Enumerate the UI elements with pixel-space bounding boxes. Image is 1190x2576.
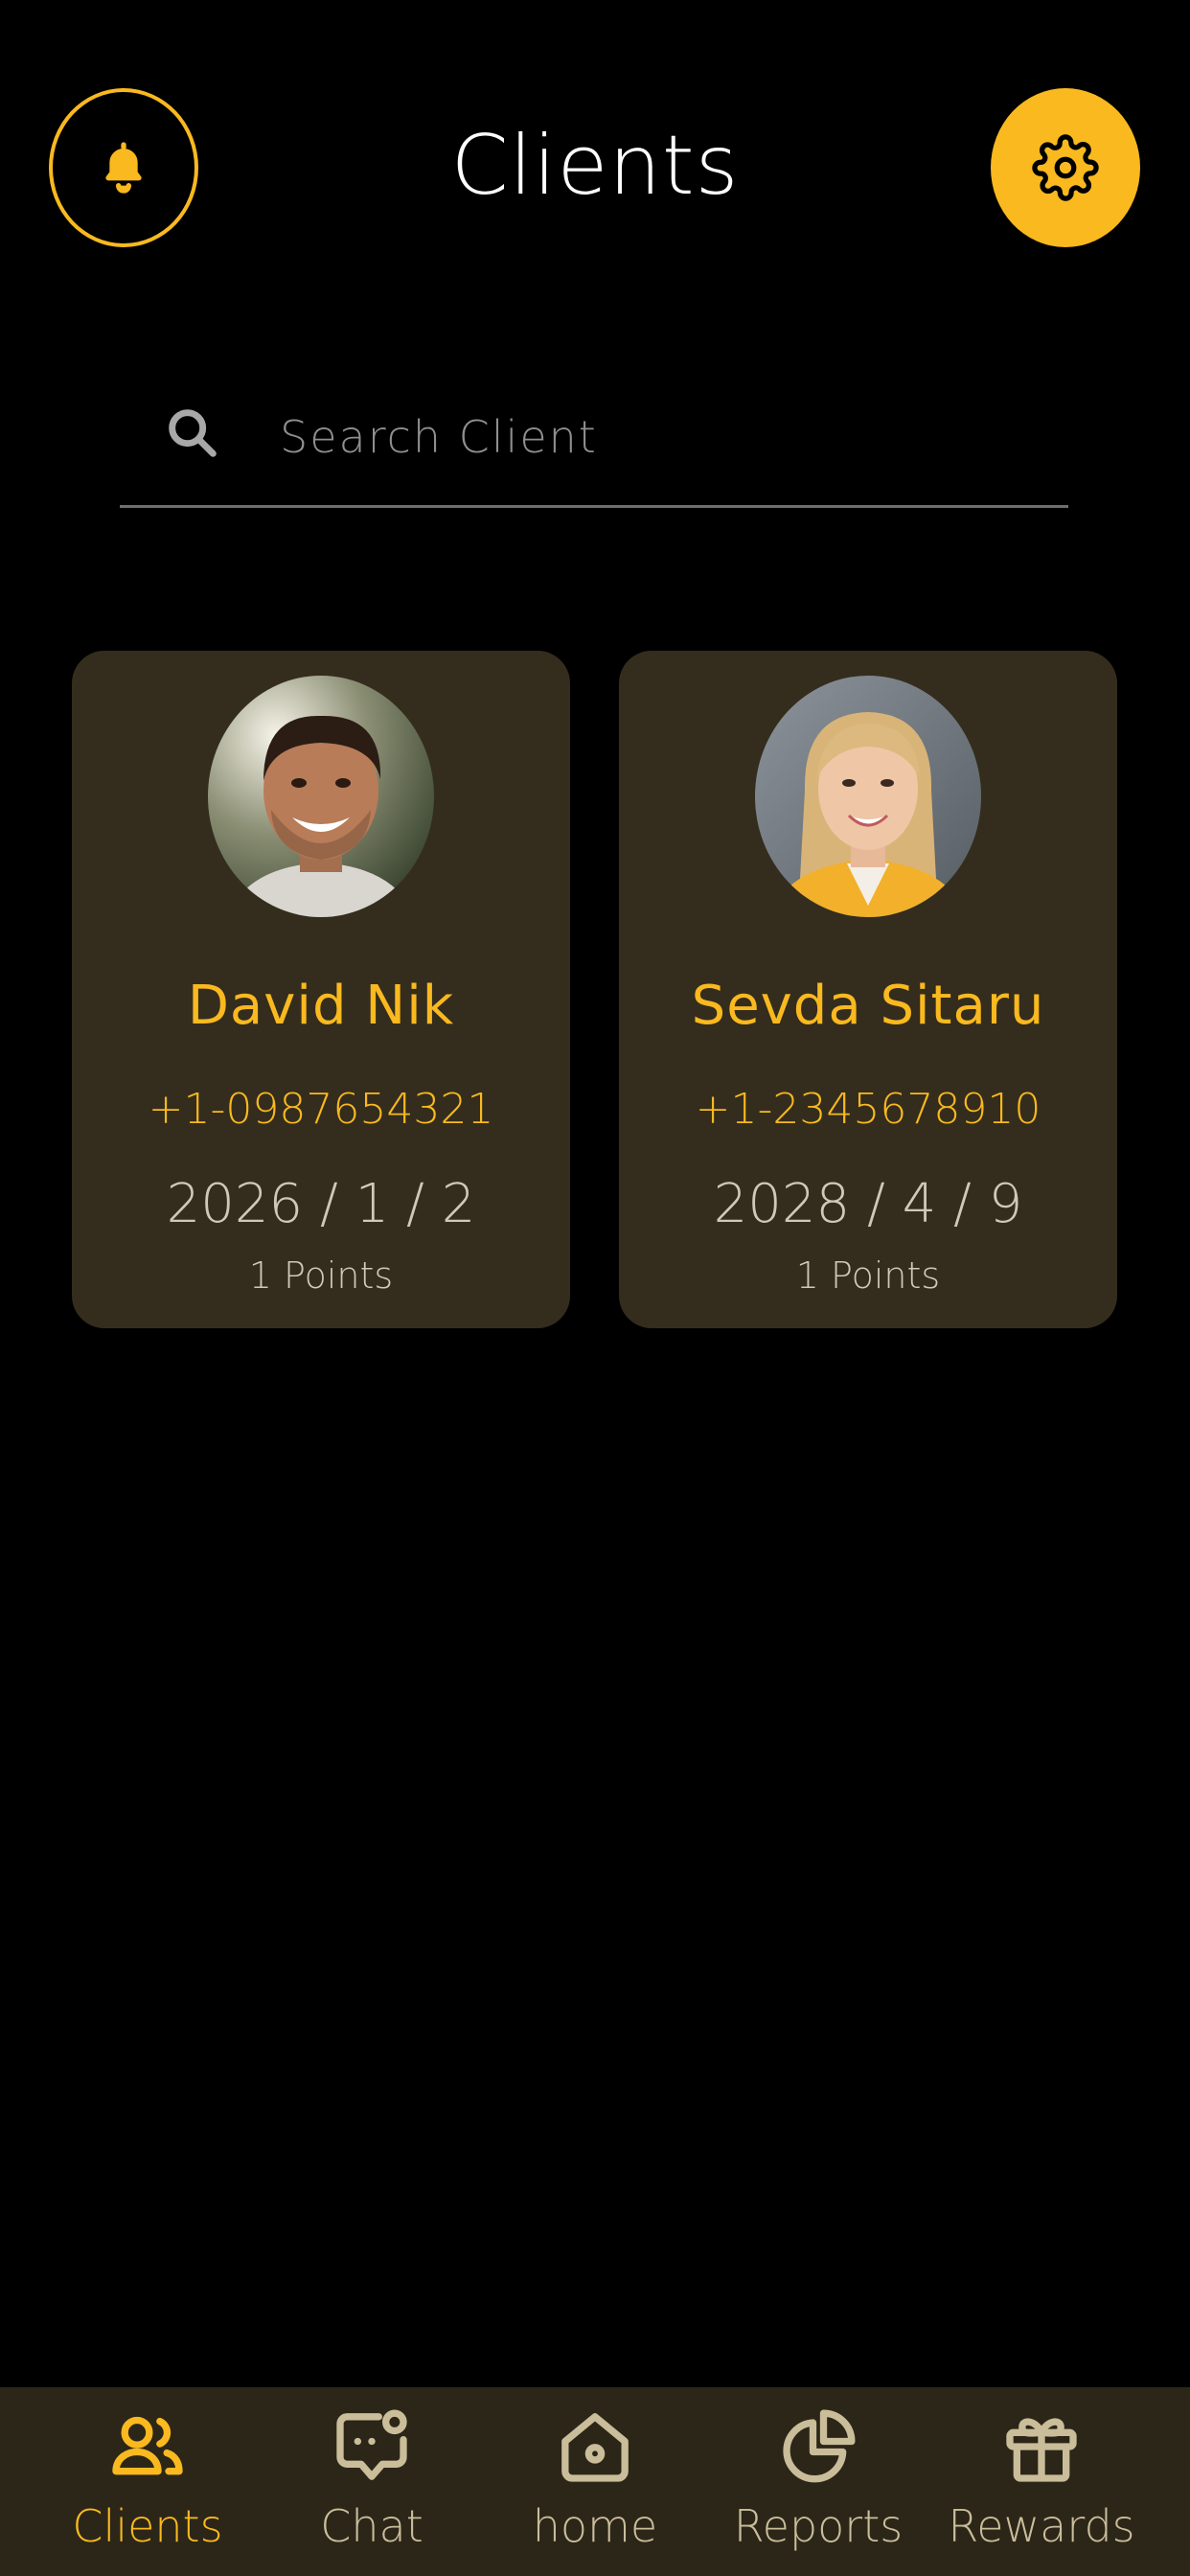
client-card[interactable]: David Nik +1-0987654321 2026 / 1 / 2 1 P… [72, 651, 570, 1328]
search-bar[interactable] [120, 383, 1068, 508]
nav-item-rewards[interactable]: Rewards [929, 2387, 1154, 2576]
client-phone[interactable]: +1-0987654321 [72, 1085, 570, 1134]
nav-label: home [532, 2500, 658, 2552]
client-date: 2028 / 4 / 9 [713, 1173, 1023, 1235]
avatar [755, 676, 981, 917]
home-icon [561, 2413, 629, 2482]
nav-item-reports[interactable]: Reports [706, 2387, 930, 2576]
client-phone[interactable]: +1-2345678910 [619, 1085, 1117, 1134]
client-name: David Nik [187, 975, 455, 1037]
nav-item-clients[interactable]: Clients [35, 2387, 260, 2576]
users-icon [112, 2416, 183, 2475]
client-points: 1 Points [795, 1254, 941, 1297]
nav-label: Clients [72, 2500, 223, 2552]
client-points: 1 Points [248, 1254, 394, 1297]
nav-label: Rewards [948, 2500, 1135, 2552]
client-date: 2026 / 1 / 2 [166, 1173, 476, 1235]
gift-icon [1006, 2418, 1077, 2482]
pie-chart-icon [783, 2409, 856, 2483]
nav-item-chat[interactable]: Chat [260, 2387, 484, 2576]
bottom-nav: Clients Chat home Reports Rewards [0, 2387, 1190, 2576]
avatar [208, 676, 434, 917]
gear-icon [1032, 134, 1099, 201]
settings-button[interactable] [991, 88, 1140, 247]
nav-label: Chat [320, 2500, 423, 2552]
chat-icon [336, 2409, 407, 2480]
search-icon [169, 409, 217, 457]
client-card[interactable]: Sevda Sitaru +1-2345678910 2028 / 4 / 9 … [619, 651, 1117, 1328]
nav-item-home[interactable]: home [483, 2387, 707, 2576]
search-input[interactable] [278, 393, 1029, 481]
client-name: Sevda Sitaru [691, 975, 1045, 1037]
nav-label: Reports [733, 2500, 904, 2552]
